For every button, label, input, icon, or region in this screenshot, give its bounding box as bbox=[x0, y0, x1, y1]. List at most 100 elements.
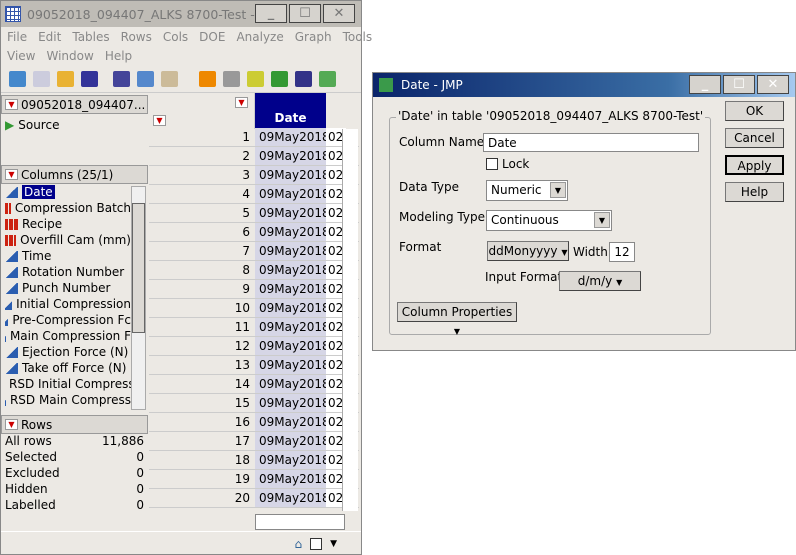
input-format-dropdown[interactable]: d/m/y ▼ bbox=[559, 271, 641, 291]
row-number[interactable]: 20 bbox=[149, 489, 255, 507]
row-number[interactable]: 10 bbox=[149, 299, 255, 317]
ok-button[interactable]: OK bbox=[725, 101, 784, 121]
cut-icon[interactable] bbox=[113, 70, 130, 87]
home-icon[interactable]: ⌂ bbox=[294, 537, 302, 551]
dialog-minimize-button[interactable]: _ bbox=[689, 75, 721, 94]
grid-corner[interactable]: ▼ ▼ bbox=[149, 93, 255, 129]
date-cell[interactable]: 09May2018 bbox=[255, 185, 330, 203]
row-number[interactable]: 17 bbox=[149, 432, 255, 450]
column-item[interactable]: Recipe bbox=[1, 216, 131, 232]
date-cell[interactable]: 09May2018 bbox=[255, 470, 330, 488]
date-cell[interactable]: 09May2018 bbox=[255, 375, 330, 393]
table-row[interactable]: 17 09May2018 02 bbox=[149, 432, 359, 451]
table-row[interactable]: 7 09May2018 02 bbox=[149, 242, 359, 261]
checkbox-icon[interactable] bbox=[310, 537, 323, 550]
row-number[interactable]: 7 bbox=[149, 242, 255, 260]
vertical-scrollbar[interactable] bbox=[342, 129, 358, 511]
dialog-maximize-button[interactable]: ☐ bbox=[723, 75, 755, 94]
table-row[interactable]: 11 09May2018 02 bbox=[149, 318, 359, 337]
column-item[interactable]: RSD Initial Compress bbox=[1, 376, 131, 392]
date-cell[interactable]: 09May2018 bbox=[255, 318, 330, 336]
row-number[interactable]: 15 bbox=[149, 394, 255, 412]
cancel-button[interactable]: Cancel bbox=[725, 128, 784, 148]
row-number[interactable]: 16 bbox=[149, 413, 255, 431]
date-cell[interactable]: 09May2018 bbox=[255, 128, 330, 146]
date-cell[interactable]: 09May2018 bbox=[255, 337, 330, 355]
save-icon[interactable] bbox=[81, 70, 98, 87]
row-number[interactable]: 18 bbox=[149, 451, 255, 469]
data-type-select[interactable]: Numeric ▼ bbox=[486, 180, 568, 201]
red-triangle-icon[interactable]: ▼ bbox=[153, 115, 166, 126]
table-row[interactable]: 14 09May2018 02 bbox=[149, 375, 359, 394]
date-cell[interactable]: 09May2018 bbox=[255, 489, 330, 507]
red-triangle-icon[interactable]: ▼ bbox=[5, 169, 18, 180]
row-number[interactable]: 3 bbox=[149, 166, 255, 184]
column-item[interactable]: Overfill Cam (mm) bbox=[1, 232, 131, 248]
row-number[interactable]: 6 bbox=[149, 223, 255, 241]
menu-rows[interactable]: Rows bbox=[121, 30, 152, 44]
row-number[interactable]: 5 bbox=[149, 204, 255, 222]
bar-chart-icon[interactable] bbox=[271, 70, 288, 87]
red-triangle-icon[interactable]: ▼ bbox=[235, 97, 248, 108]
help-button[interactable]: Help bbox=[725, 182, 784, 202]
row-number[interactable]: 11 bbox=[149, 318, 255, 336]
date-cell[interactable]: 09May2018 bbox=[255, 223, 330, 241]
column-item[interactable]: Compression Batch bbox=[1, 200, 131, 216]
dialog-title-bar[interactable]: Date - JMP _ ☐ ✕ bbox=[373, 73, 795, 97]
column-item[interactable]: Date bbox=[1, 184, 131, 200]
table-row[interactable]: 5 09May2018 02 bbox=[149, 204, 359, 223]
minimize-button[interactable]: _ bbox=[255, 4, 287, 23]
table-row[interactable]: 20 09May2018 02 bbox=[149, 489, 359, 508]
dropdown-icon[interactable]: ▼ bbox=[330, 539, 337, 549]
column-item[interactable]: RSD Main Compress bbox=[1, 392, 131, 408]
menu-window[interactable]: Window bbox=[46, 49, 93, 63]
date-cell[interactable]: 09May2018 bbox=[255, 394, 330, 412]
menu-tools[interactable]: Tools bbox=[343, 30, 373, 44]
date-cell[interactable]: 09May2018 bbox=[255, 204, 330, 222]
column-item[interactable]: Rotation Number bbox=[1, 264, 131, 280]
row-number[interactable]: 2 bbox=[149, 147, 255, 165]
apply-button[interactable]: Apply bbox=[725, 155, 784, 175]
table-row[interactable]: 13 09May2018 02 bbox=[149, 356, 359, 375]
fit-model-icon[interactable] bbox=[319, 70, 336, 87]
data-table-icon[interactable] bbox=[199, 70, 216, 87]
date-cell[interactable]: 09May2018 bbox=[255, 242, 330, 260]
menu-edit[interactable]: Edit bbox=[38, 30, 61, 44]
column-header-date[interactable]: Date bbox=[255, 93, 326, 128]
row-number[interactable]: 13 bbox=[149, 356, 255, 374]
table-row[interactable]: 1 09May2018 02 bbox=[149, 128, 359, 147]
table-row[interactable]: 4 09May2018 02 bbox=[149, 185, 359, 204]
red-triangle-icon[interactable]: ▼ bbox=[5, 419, 18, 430]
column-item[interactable]: Ejection Force (N) bbox=[1, 344, 131, 360]
row-number[interactable]: 14 bbox=[149, 375, 255, 393]
columns-scrollbar[interactable] bbox=[131, 186, 146, 410]
table-row[interactable]: 18 09May2018 02 bbox=[149, 451, 359, 470]
width-input[interactable]: 12 bbox=[609, 242, 635, 262]
table-row[interactable]: 9 09May2018 02 bbox=[149, 280, 359, 299]
column-item[interactable]: Initial Compression bbox=[1, 296, 131, 312]
column-properties-button[interactable]: Column Properties ▼ bbox=[397, 302, 517, 336]
menu-tables[interactable]: Tables bbox=[72, 30, 109, 44]
table-row[interactable]: 16 09May2018 02 bbox=[149, 413, 359, 432]
fit-y-by-x-icon[interactable] bbox=[295, 70, 312, 87]
main-title-bar[interactable]: 09052018_094407_ALKS 8700-Test - JMP _ ☐… bbox=[1, 1, 361, 27]
table-row[interactable]: 19 09May2018 02 bbox=[149, 470, 359, 489]
table-row[interactable]: 10 09May2018 02 bbox=[149, 299, 359, 318]
menu-doe[interactable]: DOE bbox=[199, 30, 225, 44]
new-data-table-icon[interactable] bbox=[9, 70, 26, 87]
date-cell[interactable]: 09May2018 bbox=[255, 356, 330, 374]
lock-checkbox[interactable] bbox=[486, 158, 498, 170]
horizontal-scrollbar[interactable] bbox=[255, 514, 345, 530]
table-row[interactable]: 8 09May2018 02 bbox=[149, 261, 359, 280]
menu-graph[interactable]: Graph bbox=[295, 30, 332, 44]
calculator-icon[interactable] bbox=[223, 70, 240, 87]
format-dropdown[interactable]: ddMonyyyy ▼ bbox=[487, 241, 569, 261]
row-number[interactable]: 12 bbox=[149, 337, 255, 355]
menu-file[interactable]: File bbox=[7, 30, 27, 44]
date-cell[interactable]: 09May2018 bbox=[255, 413, 330, 431]
date-cell[interactable]: 09May2018 bbox=[255, 147, 330, 165]
table-row[interactable]: 15 09May2018 02 bbox=[149, 394, 359, 413]
close-button[interactable]: ✕ bbox=[323, 4, 355, 23]
menu-cols[interactable]: Cols bbox=[163, 30, 188, 44]
row-number[interactable]: 19 bbox=[149, 470, 255, 488]
